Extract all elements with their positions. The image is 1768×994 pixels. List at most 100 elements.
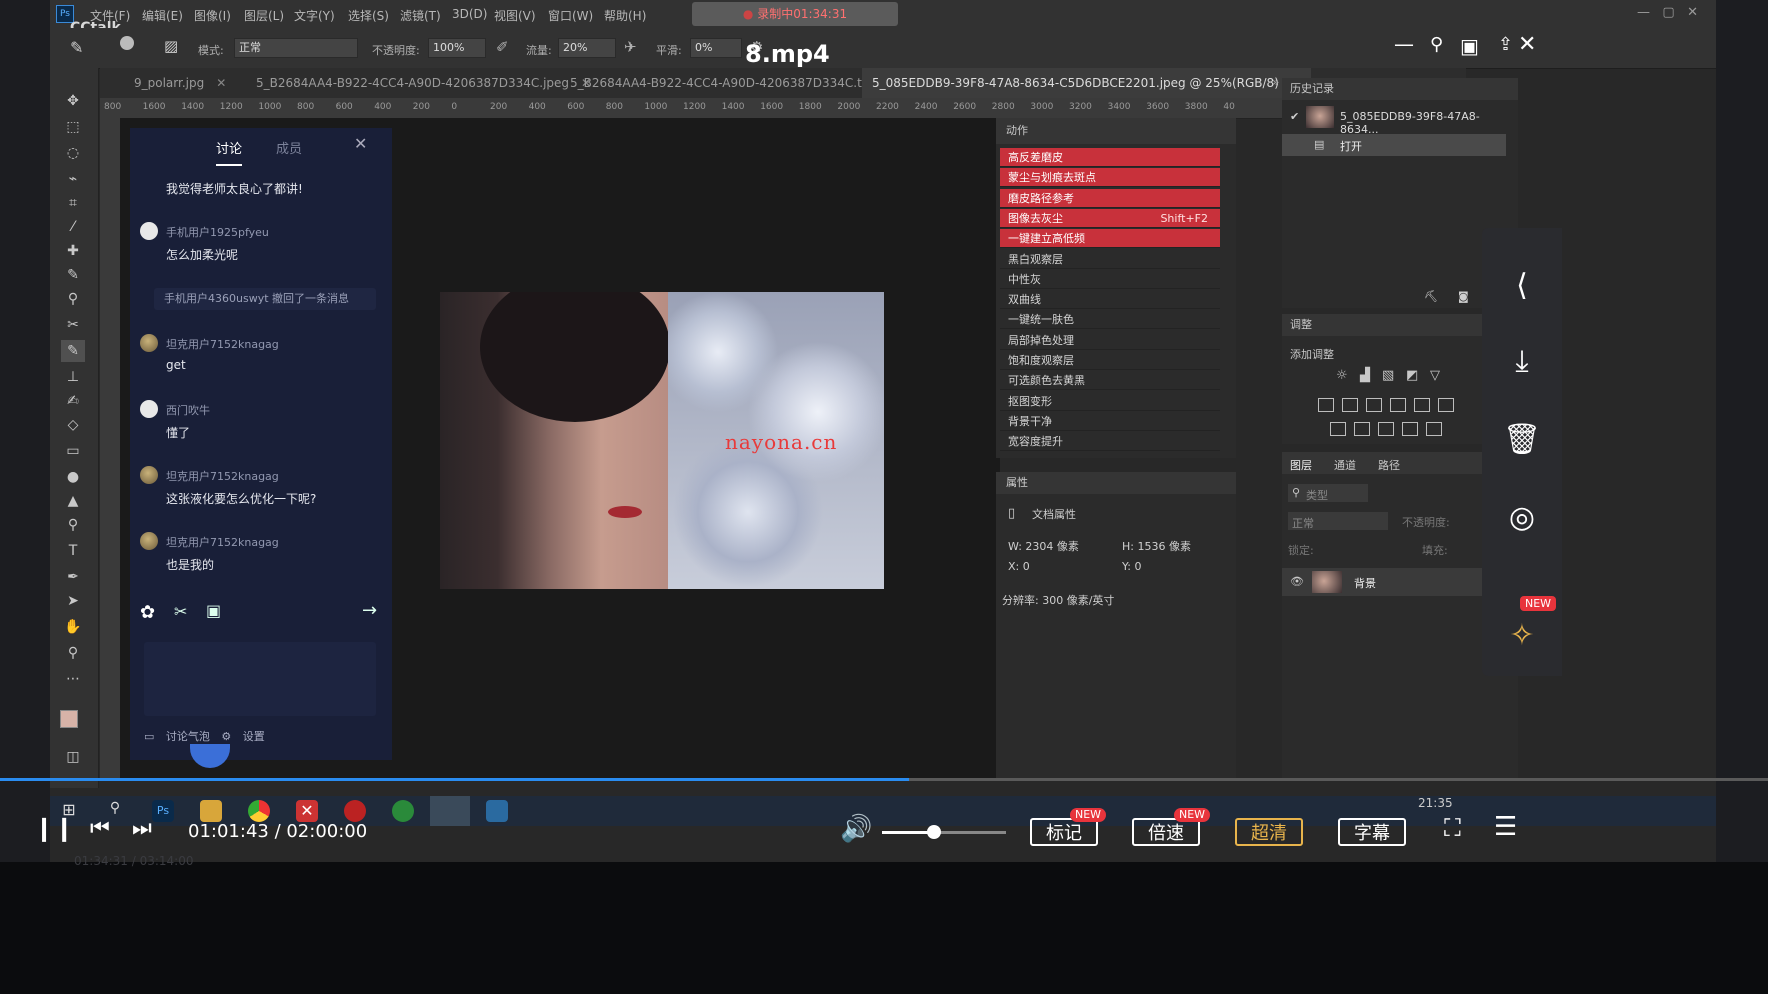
mark-button[interactable]: 标记: [1030, 818, 1098, 846]
menu-help[interactable]: 帮助(H): [604, 7, 646, 24]
volume-icon[interactable]: 🔊: [840, 814, 872, 844]
levels-icon[interactable]: ▟: [1360, 368, 1370, 383]
gear-icon[interactable]: ⚙: [221, 730, 231, 743]
close-icon[interactable]: ✕: [1518, 32, 1536, 57]
tab-discuss[interactable]: 讨论: [216, 138, 242, 157]
brush-tool-icon[interactable]: ✎: [70, 38, 83, 57]
quality-button[interactable]: 超清: [1235, 818, 1303, 846]
menu-filter[interactable]: 滤镜(T): [400, 7, 441, 24]
more-tools-icon[interactable]: ⋯: [61, 668, 85, 690]
tab-close-icon[interactable]: ✕: [216, 76, 226, 90]
selective-color-icon[interactable]: [1426, 422, 1442, 436]
image-icon[interactable]: ▣: [206, 601, 221, 620]
chrome-icon[interactable]: [248, 800, 270, 822]
avatar[interactable]: [140, 222, 158, 240]
action-item[interactable]: 可选颜色去黄黑: [1000, 371, 1220, 391]
action-item[interactable]: 抠图变形: [1000, 392, 1220, 411]
tab-members[interactable]: 成员: [276, 138, 302, 157]
visibility-eye-icon[interactable]: 👁: [1290, 575, 1304, 588]
bw-icon[interactable]: [1366, 398, 1382, 412]
scissors-icon[interactable]: ✂: [174, 602, 187, 621]
playlist-icon[interactable]: ☰: [1494, 812, 1517, 842]
chat-input[interactable]: [144, 642, 376, 716]
close-icon[interactable]: ✕: [354, 134, 367, 153]
volume-knob[interactable]: [927, 825, 942, 839]
tab-doc-3[interactable]: 5_B2684AA4-B922-4CC4-A90D-4206387D334C.t…: [560, 68, 901, 98]
posterize-icon[interactable]: [1354, 422, 1370, 436]
blend-mode-select[interactable]: 正常: [1288, 512, 1388, 530]
color-lookup-icon[interactable]: [1438, 398, 1454, 412]
vibrance-icon[interactable]: ▽: [1430, 368, 1440, 383]
eyedropper-tool-icon[interactable]: ⁄: [61, 216, 85, 238]
settings-circle-icon[interactable]: ◎: [1502, 498, 1542, 538]
menu-layer[interactable]: 图层(L): [244, 7, 284, 24]
action-item[interactable]: 磨皮路径参考: [1000, 188, 1220, 208]
previous-icon[interactable]: ⏮: [90, 816, 110, 841]
menu-file[interactable]: 文件(F): [90, 7, 130, 24]
foreground-color-swatch[interactable]: [60, 710, 78, 728]
next-icon[interactable]: ⏭: [132, 816, 152, 841]
dodge-tool-icon[interactable]: ⚲: [61, 514, 85, 536]
history-step-open[interactable]: ▤ 打开: [1282, 134, 1506, 156]
avatar[interactable]: [140, 466, 158, 484]
delete-icon[interactable]: 🗑: [1502, 420, 1542, 460]
crop-tool-icon[interactable]: ⌗: [61, 192, 85, 214]
quick-select-tool-icon[interactable]: ⌁: [61, 168, 85, 190]
action-item[interactable]: 背景干净: [1000, 412, 1220, 431]
lasso-tool-icon[interactable]: ◌: [61, 142, 85, 164]
mode-select[interactable]: 正常: [234, 38, 358, 58]
layer-kind-filter[interactable]: ⚲ 类型: [1288, 484, 1368, 502]
menu-3d[interactable]: 3D(D): [452, 7, 487, 21]
app-x-icon[interactable]: ✕: [296, 800, 318, 822]
brush-panel-icon[interactable]: ▨: [164, 37, 178, 55]
action-item[interactable]: 一键建立高低频: [1000, 229, 1220, 249]
path-select-tool-icon[interactable]: ➤: [61, 590, 85, 612]
tab-layers[interactable]: 图层: [1290, 457, 1312, 473]
menu-window[interactable]: 窗口(W): [548, 7, 593, 24]
menu-type[interactable]: 文字(Y): [294, 7, 335, 24]
opacity-field[interactable]: 100%: [428, 38, 486, 58]
art-brush-tool-icon[interactable]: ✍: [61, 390, 85, 412]
action-item[interactable]: 宽容度提升: [1000, 432, 1220, 452]
pen-tool-icon[interactable]: ✒: [61, 566, 85, 588]
brush-tool-active-icon[interactable]: ✎: [61, 340, 85, 362]
gradient-tool-icon[interactable]: ▭: [61, 440, 85, 462]
photoshop-taskbar-icon[interactable]: Ps: [152, 800, 174, 822]
tab-doc-2[interactable]: 5_B2684AA4-B922-4CC4-A90D-4206387D334C.j…: [246, 68, 601, 98]
tab-paths[interactable]: 路径: [1378, 457, 1400, 473]
camera-icon[interactable]: ◙: [1458, 290, 1469, 303]
layer-row-background[interactable]: 👁 背景 🔒: [1282, 568, 1512, 596]
marquee-tool-icon[interactable]: ⬚: [61, 116, 85, 138]
settings-link[interactable]: 设置: [243, 730, 265, 743]
curves-icon[interactable]: ▧: [1382, 368, 1394, 383]
history-brush-tool-icon[interactable]: ✂: [61, 314, 85, 336]
move-tool-icon[interactable]: ✥: [61, 90, 85, 112]
history-snapshot-label[interactable]: 5_085EDDB9-39F8-47A8-8634...: [1340, 110, 1518, 136]
action-item[interactable]: 中性灰: [1000, 270, 1220, 289]
pin-icon[interactable]: ✧: [1502, 616, 1542, 656]
brightness-icon[interactable]: ☼: [1336, 368, 1348, 383]
hue-sat-icon[interactable]: [1318, 398, 1334, 412]
brush-tool-icon-side[interactable]: ✎: [61, 264, 85, 286]
smooth-field[interactable]: 0%: [690, 38, 742, 58]
airbrush-icon[interactable]: ✈: [624, 38, 637, 56]
action-item[interactable]: 饱和度观察层: [1000, 351, 1220, 370]
menu-select[interactable]: 选择(S): [348, 7, 389, 24]
gradient-map-icon[interactable]: [1402, 422, 1418, 436]
app-active-icon[interactable]: [430, 796, 470, 826]
fullscreen-icon[interactable]: ⛶: [1444, 814, 1461, 842]
exposure-icon[interactable]: ◩: [1406, 368, 1418, 383]
healing-brush-tool-icon[interactable]: ✚: [61, 240, 85, 262]
minimize-icon[interactable]: —: [1394, 32, 1414, 56]
avatar[interactable]: [140, 400, 158, 418]
pressure-opacity-icon[interactable]: ✐: [496, 38, 509, 56]
channel-mixer-icon[interactable]: [1414, 398, 1430, 412]
window-controls[interactable]: — ▢ ✕: [1637, 5, 1698, 20]
blur-tool-icon[interactable]: ●: [61, 466, 85, 488]
action-item[interactable]: 局部掉色处理: [1000, 331, 1220, 350]
avatar[interactable]: [140, 334, 158, 352]
threshold-icon[interactable]: [1378, 422, 1394, 436]
app-photo-icon[interactable]: [486, 800, 508, 822]
color-balance-icon[interactable]: [1342, 398, 1358, 412]
tab-channels[interactable]: 通道: [1334, 457, 1356, 473]
